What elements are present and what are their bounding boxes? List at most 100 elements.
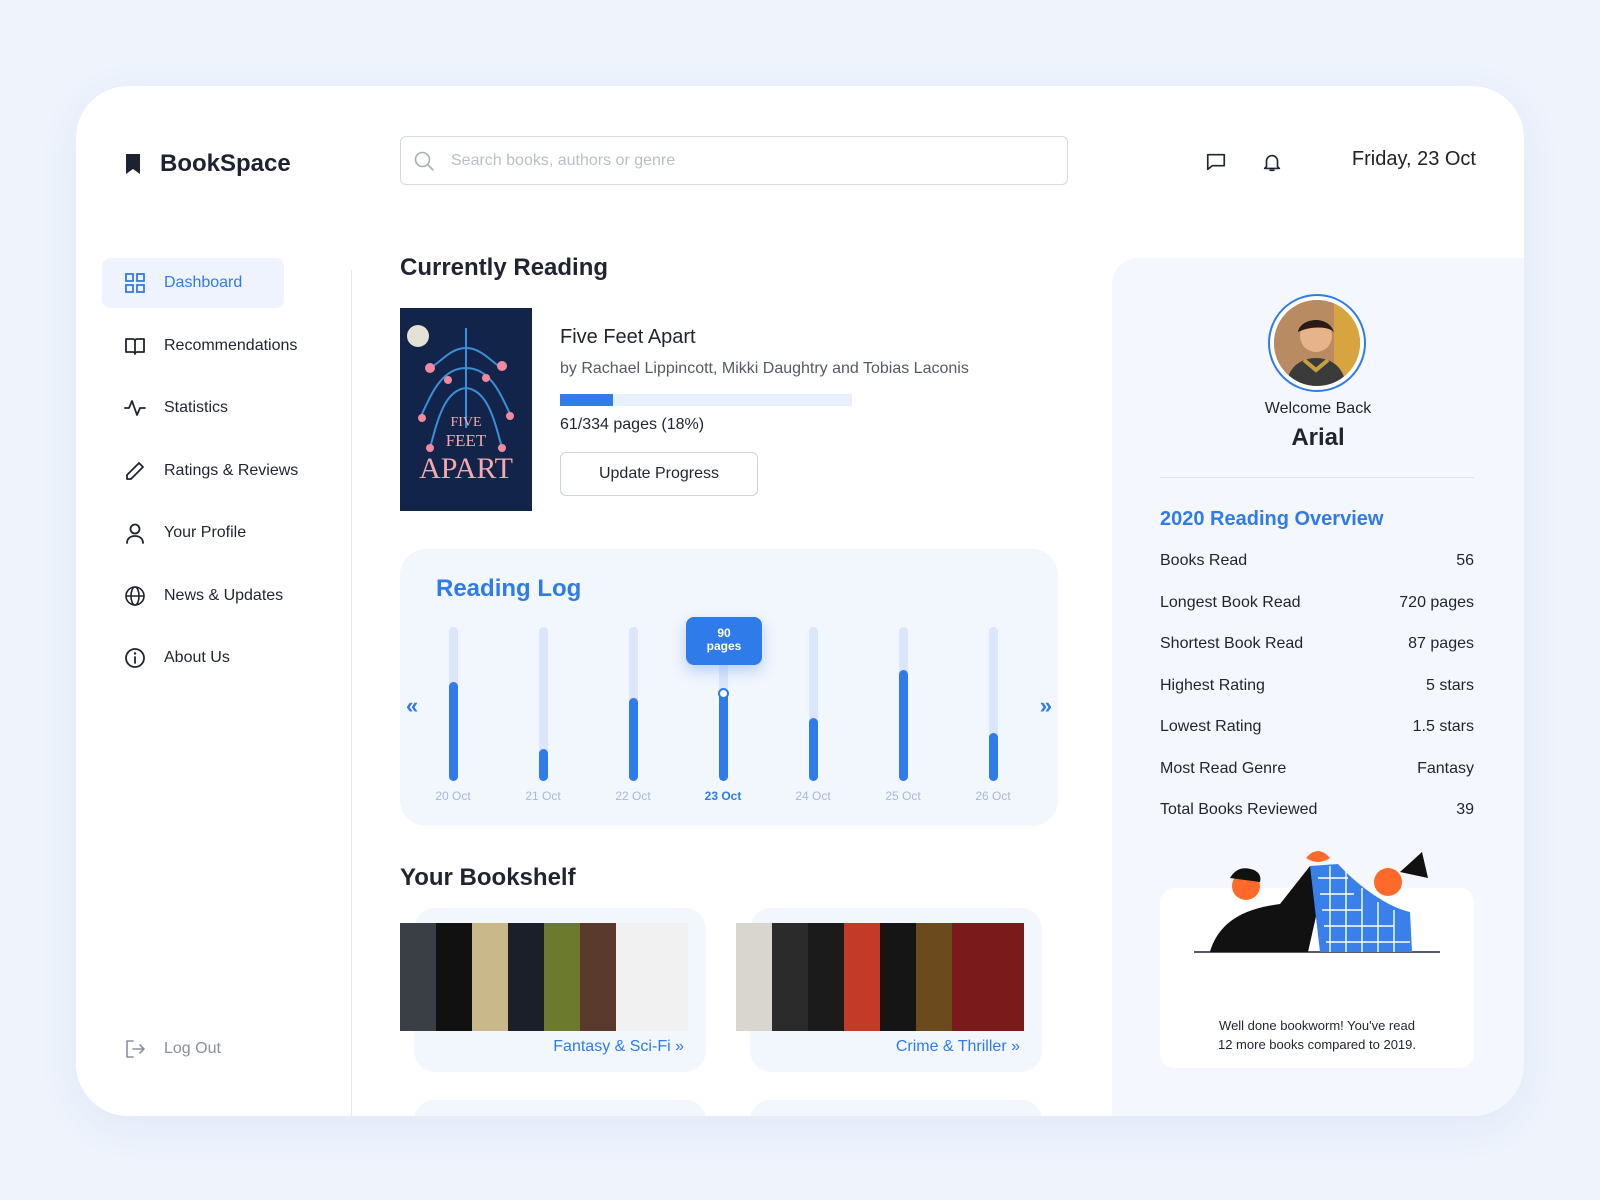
overview-value: 5 stars <box>1425 676 1474 694</box>
cover-text-five: FIVE <box>450 415 481 430</box>
activity-icon <box>124 400 146 416</box>
avatar-photo <box>1274 300 1360 386</box>
high-five-illustration <box>1194 851 1440 953</box>
book-author: by Rachael Lippincott, Mikki Daughtry an… <box>560 360 969 377</box>
shelf-label-fantasy: Fantasy & Sci-Fi <box>553 1038 671 1055</box>
overview-value: 56 <box>1456 552 1474 569</box>
bar-day-label: 20 Oct <box>435 789 471 803</box>
bar-fill <box>719 692 728 781</box>
current-date: Friday, 23 Oct <box>1351 148 1476 170</box>
overview-label: Total Books Reviewed <box>1160 801 1318 818</box>
cover-art: FIVE FEET APART <box>400 308 532 511</box>
overview-value: 87 pages <box>1408 635 1474 652</box>
avatar[interactable] <box>1268 294 1366 392</box>
shelf-covers-crime <box>736 923 1024 1031</box>
tooltip-unit: pages <box>706 639 742 653</box>
shelf-card-partial[interactable] <box>414 1100 706 1116</box>
sidebar-item-statistics[interactable]: Statistics <box>102 383 322 433</box>
bookmark-icon <box>126 154 140 174</box>
overview-row: Shortest Book Read 87 pages <box>1160 635 1474 653</box>
bar-fill <box>899 670 908 781</box>
overview-label: Highest Rating <box>1160 676 1265 694</box>
welcome-text: Welcome Back <box>1264 400 1372 417</box>
sidebar-item-label: About Us <box>164 649 230 666</box>
bell-icon[interactable] <box>1260 150 1284 174</box>
shelf-card-crime[interactable]: Crime & Thriller » <box>736 908 1042 1072</box>
sidebar-divider <box>351 270 352 1116</box>
shelf-link-fantasy[interactable]: Fantasy & Sci-Fi » <box>553 1038 684 1056</box>
sidebar-item-profile[interactable]: Your Profile <box>102 508 322 558</box>
achievement-text: Well done bookworm! You've read 12 more … <box>1160 1016 1474 1054</box>
brand[interactable]: BookSpace <box>124 146 291 182</box>
achievement-line-2: 12 more books compared to 2019. <box>1217 1037 1416 1052</box>
currently-reading-title: Currently Reading <box>400 254 609 281</box>
overview-value: Fantasy <box>1417 759 1474 777</box>
overview-value: 39 <box>1456 801 1474 818</box>
overview-title: 2020 Reading Overview <box>1160 508 1384 530</box>
reading-log-day[interactable]: 22 Oct <box>608 627 658 803</box>
shelf-card-fantasy[interactable]: Fantasy & Sci-Fi » <box>400 908 706 1072</box>
logout-button[interactable]: Log Out <box>124 1038 221 1060</box>
overview-label: Books Read <box>1160 552 1248 569</box>
bar-day-label: 22 Oct <box>615 789 651 803</box>
reading-log-day[interactable]: 25 Oct <box>878 627 928 803</box>
overview-label: Longest Book Read <box>1160 593 1301 611</box>
user-name: Arial <box>1291 424 1345 451</box>
sidebar-item-dashboard[interactable]: Dashboard <box>102 258 284 308</box>
messages-icon[interactable] <box>1204 150 1228 174</box>
overview-label: Lowest Rating <box>1160 718 1262 735</box>
prev-week-icon[interactable]: « <box>406 693 418 719</box>
search-input[interactable] <box>451 151 1011 170</box>
chevrons-right-icon: » <box>1011 1038 1020 1055</box>
reading-log-day[interactable]: 20 Oct <box>428 627 478 803</box>
profile-panel: Welcome Back Arial 2020 Reading Overview… <box>1112 258 1524 1116</box>
cover-text-feet: FEET <box>446 431 487 450</box>
sidebar-item-about-us[interactable]: About Us <box>102 633 322 683</box>
bar-day-label: 23 Oct <box>704 789 742 803</box>
overview-value: 1.5 stars <box>1412 718 1474 735</box>
sidebar-item-news-updates[interactable]: News & Updates <box>102 571 322 621</box>
sidebar-item-label: Recommendations <box>164 336 298 354</box>
shelf-covers-fantasy <box>400 923 688 1031</box>
pencil-icon <box>126 461 144 480</box>
bar-fill <box>809 718 818 781</box>
bar-day-label: 21 Oct <box>525 789 561 803</box>
sidebar-item-label: Dashboard <box>164 274 243 291</box>
sidebar-item-label: News & Updates <box>164 586 284 604</box>
grid-icon <box>125 273 145 293</box>
reading-log-day[interactable]: 21 Oct <box>518 627 568 803</box>
reading-log-day[interactable]: 23 Oct 90 pages <box>686 617 762 803</box>
reading-log-day[interactable]: 24 Oct <box>788 627 838 803</box>
bar-fill <box>449 682 458 781</box>
pages-tooltip: 90 pages <box>686 617 762 665</box>
update-progress-button[interactable]: Update Progress <box>560 452 758 496</box>
shelf-card-partial[interactable] <box>750 1100 1042 1116</box>
info-icon <box>125 648 145 668</box>
sidebar-nav: Dashboard Recommendations Statistics Rat… <box>102 258 322 696</box>
sidebar-item-recommendations[interactable]: Recommendations <box>102 321 322 371</box>
reading-log-title: Reading Log <box>436 575 582 602</box>
shelf-label-crime: Crime & Thriller <box>895 1038 1007 1055</box>
next-week-icon[interactable]: » <box>1040 693 1052 719</box>
chevrons-right-icon: » <box>675 1038 684 1055</box>
overview-row: Most Read Genre Fantasy <box>1160 760 1474 778</box>
shelf-link-crime[interactable]: Crime & Thriller » <box>896 1038 1020 1056</box>
achievement-line-1: Well done bookworm! You've read <box>1219 1018 1415 1033</box>
reading-log-card: Reading Log « » 20 Oct 21 Oct 22 Oct 23 Oct… <box>400 549 1058 826</box>
globe-icon <box>125 585 145 606</box>
bar-knob[interactable] <box>718 688 729 699</box>
sidebar-item-ratings-reviews[interactable]: Ratings & Reviews <box>102 446 322 496</box>
logout-label: Log Out <box>164 1040 221 1057</box>
overview-row: Books Read 56 <box>1160 552 1474 570</box>
overview-row: Lowest Rating 1.5 stars <box>1160 718 1474 736</box>
user-icon <box>126 523 144 544</box>
progress-fill <box>560 394 613 406</box>
bar-day-label: 24 Oct <box>795 789 831 803</box>
book-cover[interactable]: FIVE FEET APART <box>400 308 532 511</box>
achievement-card: Well done bookworm! You've read 12 more … <box>1160 851 1474 1068</box>
bar-fill <box>539 749 548 781</box>
reading-log-day[interactable]: 26 Oct <box>968 627 1018 803</box>
profile-divider <box>1160 477 1474 478</box>
search-bar[interactable] <box>400 136 1068 185</box>
bar-fill <box>989 733 998 781</box>
